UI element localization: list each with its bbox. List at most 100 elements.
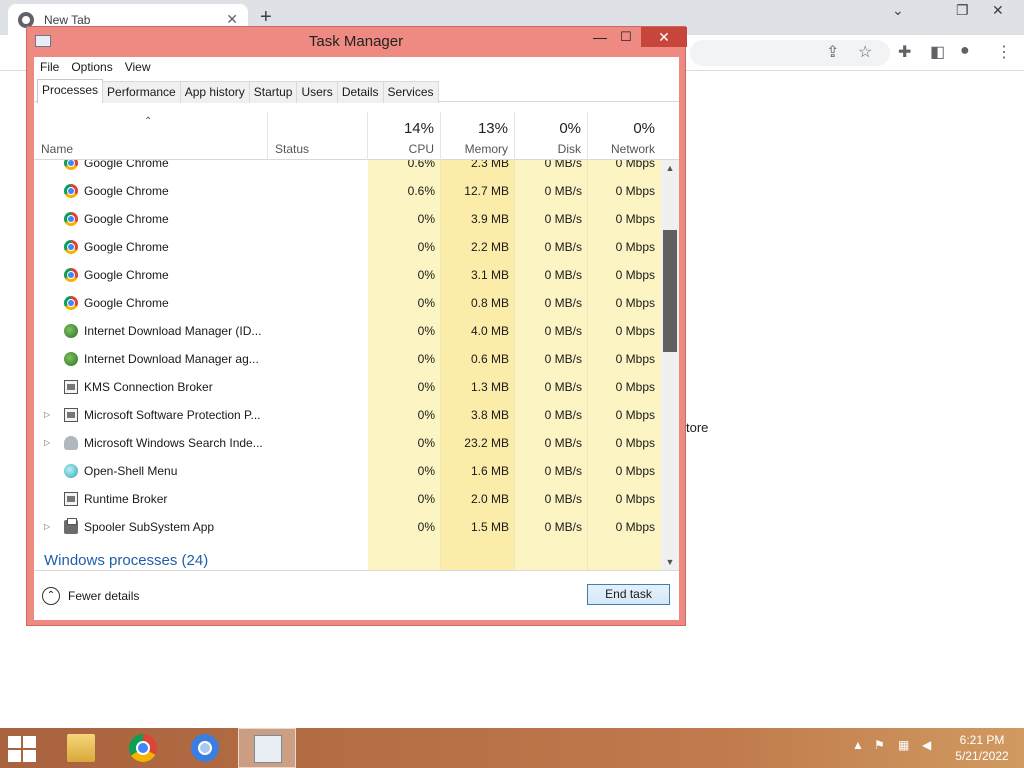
table-row[interactable]: Google Chrome 0.6% 12.7 MB 0 MB/s 0 Mbps bbox=[34, 177, 661, 205]
tab-app-history[interactable]: App history bbox=[179, 81, 250, 103]
close-icon[interactable]: ✕ bbox=[992, 2, 1004, 19]
process-cpu: 0% bbox=[417, 492, 435, 506]
task-manager-body: File Options View Processes Performance … bbox=[34, 57, 679, 620]
process-name: Google Chrome bbox=[84, 212, 169, 226]
table-row[interactable]: KMS Connection Broker 0% 1.3 MB 0 MB/s 0 Mbp… bbox=[34, 373, 661, 401]
table-row[interactable]: Google Chrome 0.6% 2.3 MB 0 MB/s 0 Mbps bbox=[34, 160, 661, 177]
column-disk[interactable]: 0% Disk bbox=[515, 112, 588, 160]
column-cpu[interactable]: 14% CPU bbox=[368, 112, 441, 160]
process-memory: 1.5 MB bbox=[470, 520, 509, 534]
process-name: Google Chrome bbox=[84, 160, 169, 170]
restore-icon[interactable]: ❐ bbox=[956, 2, 969, 19]
table-row[interactable]: Google Chrome 0% 0.8 MB 0 MB/s 0 Mbps bbox=[34, 289, 661, 317]
column-memory[interactable]: 13% Memory bbox=[441, 112, 515, 160]
chevron-down-icon[interactable]: ⌄ bbox=[892, 2, 904, 19]
menu-options[interactable]: Options bbox=[65, 60, 118, 74]
volume-muted-icon[interactable]: ◀ bbox=[922, 738, 931, 752]
column-name[interactable]: ⌃ Name bbox=[34, 112, 268, 160]
process-cpu: 0% bbox=[417, 436, 435, 450]
taskbar-chrome[interactable] bbox=[114, 728, 172, 768]
system-clock[interactable]: 6:21 PM 5/21/2022 bbox=[950, 732, 1014, 764]
process-name: Spooler SubSystem App bbox=[84, 520, 215, 534]
title-bar[interactable]: Task Manager — ☐ ✕ bbox=[27, 27, 687, 57]
column-name-label: Name bbox=[41, 142, 74, 156]
tab-users[interactable]: Users bbox=[296, 81, 338, 103]
menu-file[interactable]: File bbox=[34, 60, 65, 74]
column-status-label: Status bbox=[275, 142, 310, 156]
process-list[interactable]: Google Chrome 0.6% 2.3 MB 0 MB/s 0 Mbps Googl… bbox=[34, 160, 661, 570]
clock-time: 6:21 PM bbox=[959, 733, 1005, 747]
table-row[interactable]: Google Chrome 0% 2.2 MB 0 MB/s 0 Mbps bbox=[34, 233, 661, 261]
side-panel-icon[interactable]: ◧ bbox=[930, 42, 945, 62]
scroll-thumb[interactable] bbox=[663, 230, 677, 352]
group-windows-processes[interactable]: Windows processes (24) bbox=[44, 552, 208, 569]
expand-arrow-icon[interactable]: ▷ bbox=[44, 401, 50, 429]
folder-icon bbox=[67, 734, 95, 762]
chrome-icon bbox=[64, 212, 78, 226]
process-disk: 0 MB/s bbox=[544, 408, 582, 422]
process-name: Microsoft Windows Search Inde... bbox=[84, 436, 263, 450]
end-task-button[interactable]: End task bbox=[587, 584, 670, 605]
table-row[interactable]: Internet Download Manager (ID... 0% 4.0 MB… bbox=[34, 317, 661, 345]
chrome-icon bbox=[64, 268, 78, 282]
taskbar-task-manager[interactable] bbox=[238, 728, 296, 768]
process-name: Open-Shell Menu bbox=[84, 464, 178, 478]
shortcut-label[interactable]: tore bbox=[686, 420, 708, 435]
tray-overflow-icon[interactable]: ▲ bbox=[852, 738, 864, 752]
expand-arrow-icon[interactable]: ▷ bbox=[44, 429, 50, 457]
table-row[interactable]: ▷ Spooler SubSystem App 0% 1.5 MB 0 MB/s 0 Mb… bbox=[34, 513, 661, 541]
more-menu-icon[interactable]: ⋮ bbox=[996, 42, 1012, 62]
tab-services[interactable]: Services bbox=[382, 81, 439, 103]
table-row[interactable]: Open-Shell Menu 0% 1.6 MB 0 MB/s 0 Mbps bbox=[34, 457, 661, 485]
table-row[interactable]: Internet Download Manager ag... 0% 0.6 MB 0… bbox=[34, 345, 661, 373]
table-row[interactable]: Runtime Broker 0% 2.0 MB 0 MB/s 0 Mbps bbox=[34, 485, 661, 513]
process-name: Google Chrome bbox=[84, 184, 169, 198]
bookmark-star-icon[interactable]: ☆ bbox=[858, 42, 872, 62]
fewer-details-toggle[interactable]: ⌃ Fewer details bbox=[42, 587, 139, 605]
tab-details[interactable]: Details bbox=[336, 81, 384, 103]
scroll-down-icon[interactable]: ▼ bbox=[661, 554, 679, 570]
table-row[interactable]: ▷ Microsoft Software Protection P... 0% 3.8… bbox=[34, 401, 661, 429]
share-icon[interactable]: ⇪ bbox=[826, 42, 839, 62]
process-network: 0 Mbps bbox=[615, 492, 655, 506]
process-disk: 0 MB/s bbox=[544, 520, 582, 534]
network-icon[interactable]: ▦ bbox=[898, 738, 909, 752]
taskbar-chromium[interactable] bbox=[176, 728, 234, 768]
table-row[interactable]: Google Chrome 0% 3.1 MB 0 MB/s 0 Mbps bbox=[34, 261, 661, 289]
menu-view[interactable]: View bbox=[119, 60, 157, 74]
process-cpu: 0% bbox=[417, 464, 435, 478]
table-row[interactable]: ▷ Microsoft Windows Search Inde... 0% 23.2 … bbox=[34, 429, 661, 457]
vertical-scrollbar[interactable]: ▲ ▼ bbox=[661, 160, 679, 570]
process-cpu: 0.6% bbox=[407, 160, 435, 170]
cpu-total: 14% bbox=[403, 120, 434, 137]
column-disk-label: Disk bbox=[557, 142, 581, 156]
windows-start-icon[interactable] bbox=[8, 736, 38, 762]
column-status[interactable]: Status bbox=[268, 112, 368, 160]
process-cpu: 0% bbox=[417, 520, 435, 534]
chromium-icon bbox=[191, 734, 219, 762]
minimize-button[interactable]: — bbox=[587, 29, 613, 49]
table-row[interactable]: Google Chrome 0% 3.9 MB 0 MB/s 0 Mbps bbox=[34, 205, 661, 233]
process-cpu: 0% bbox=[417, 380, 435, 394]
close-button[interactable]: ✕ bbox=[641, 27, 687, 47]
column-network[interactable]: 0% Network bbox=[588, 112, 661, 160]
tab-performance[interactable]: Performance bbox=[102, 81, 181, 103]
process-memory: 2.3 MB bbox=[470, 160, 509, 170]
extensions-icon[interactable]: ✚ bbox=[898, 42, 911, 62]
process-disk: 0 MB/s bbox=[544, 296, 582, 310]
process-disk: 0 MB/s bbox=[544, 212, 582, 226]
chrome-icon bbox=[64, 296, 78, 310]
scroll-up-icon[interactable]: ▲ bbox=[661, 160, 679, 176]
process-disk: 0 MB/s bbox=[544, 380, 582, 394]
tab-startup[interactable]: Startup bbox=[248, 81, 298, 103]
tab-processes[interactable]: Processes bbox=[37, 79, 104, 103]
taskbar-file-explorer[interactable] bbox=[52, 728, 110, 768]
profile-avatar-icon[interactable]: ● bbox=[960, 42, 970, 60]
process-disk: 0 MB/s bbox=[544, 240, 582, 254]
idm-icon bbox=[64, 352, 78, 366]
action-center-flag-icon[interactable]: ⚑ bbox=[874, 738, 885, 752]
maximize-button[interactable]: ☐ bbox=[613, 29, 639, 49]
process-memory: 0.8 MB bbox=[470, 296, 509, 310]
process-name: Google Chrome bbox=[84, 296, 169, 310]
expand-arrow-icon[interactable]: ▷ bbox=[44, 513, 50, 541]
